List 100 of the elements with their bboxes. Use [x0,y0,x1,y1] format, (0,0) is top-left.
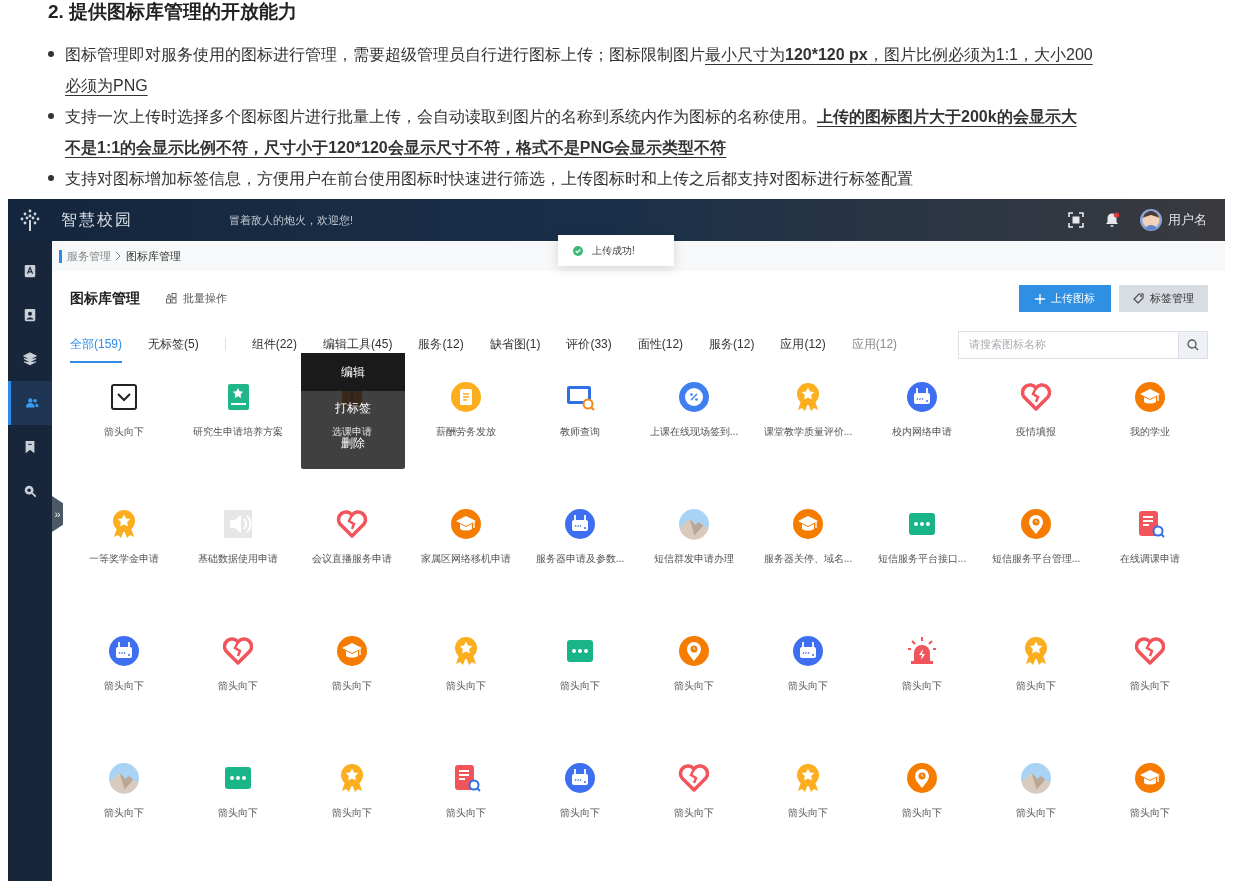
contact-card-icon [23,308,37,322]
tag-management-button[interactable]: 标签管理 [1119,285,1208,312]
filter-tab[interactable]: 缺省图(1) [489,326,541,363]
icon-label: 箭头向下 [332,679,372,693]
icon-label: 箭头向下 [1016,806,1056,820]
filter-tab[interactable]: 应用(12) [780,326,826,363]
icon-label: 箭头向下 [1130,806,1170,820]
search-button[interactable] [1179,330,1208,359]
router-icon [792,635,824,667]
fullscreen-icon[interactable] [1068,212,1084,228]
icon-label: 箭头向下 [218,679,258,693]
paragraph-line: 支持一次上传时选择多个图标图片进行批量上传，会自动读取到图片的名称到系统内作为图标的名称使用。上传的图标图片大于200k的会显示大 [65,107,1077,127]
location-pin-icon [1020,508,1052,540]
icon-label: 选课申请 [332,425,372,438]
page-title: 图标库管理 [70,289,140,308]
menu-item[interactable]: 编辑 [301,353,405,391]
plus-icon [1035,293,1045,304]
breadcrumb-link[interactable]: 服务管理 [67,247,111,265]
icon-label: 短信服务平台管理... [991,552,1081,566]
icon-label: 课堂教学质量评价... [763,425,853,439]
percent-circle-icon [678,381,710,413]
icon-label: 箭头向下 [674,679,714,693]
graduation-cap-icon [792,508,824,540]
filter-tab[interactable]: 服务(12) [709,326,755,363]
document-circle-icon [450,381,482,413]
filter-tab[interactable]: 应用(12) [851,326,898,363]
icon-label: 在线调课申请 [1120,552,1180,566]
search-icon [1187,338,1199,351]
icon-label: 薪酬劳务发放 [436,425,496,439]
icon-label: 家属区网络移机申请 [421,552,511,566]
welcome-text: 冒着敌人的炮火，欢迎您! [229,212,354,228]
icon-label: 箭头向下 [104,425,144,439]
icon-label: 箭头向下 [560,806,600,820]
filter-tab[interactable]: 全部(159) [70,326,122,363]
heart-icon [1134,635,1166,667]
check-circle-icon [573,245,583,256]
icon-label: 疫情填报 [1016,425,1056,439]
icon-label: 箭头向下 [1016,679,1056,693]
router-icon [906,381,938,413]
search-icon [23,484,37,498]
icon-label: 箭头向下 [332,806,372,820]
icon-label: 服务器申请及参数... [535,552,625,566]
filter-tab[interactable]: 组件(22) [251,326,298,363]
avatar-icon[interactable] [1140,209,1162,231]
icon-label: 校内网络申请 [892,425,952,439]
router-icon [564,762,596,794]
graduation-cap-icon [450,508,482,540]
mountain-icon [1020,762,1052,794]
location-pin-icon [678,635,710,667]
paragraph-line: 支持对图标增加标签信息，方便用户在前台使用图标时快速进行筛选，上传图标时和上传之后都支持对图标进行标签配置 [65,169,913,189]
speaker-icon [222,508,254,540]
icon-label: 箭头向下 [104,806,144,820]
icon-label: 箭头向下 [788,679,828,693]
icon-label: 箭头向下 [902,806,942,820]
location-pin-icon [906,762,938,794]
batch-operation-button[interactable]: 批量操作 [166,290,227,307]
grid-icon [166,293,177,304]
icon-label: 箭头向下 [104,679,144,693]
section-heading: 2. 提供图标库管理的开放能力 [48,0,299,24]
chevron-right-icon [115,251,122,261]
search-field[interactable]: 请搜索图标名称 [958,330,1179,359]
icon-label: 箭头向下 [218,806,258,820]
icon-label: 基础数据使用申请 [198,552,278,566]
menu-item[interactable]: 打标签 [301,390,405,426]
mountain-icon [108,762,140,794]
router-icon [564,508,596,540]
siren-icon [906,635,938,667]
icon-label: 短信群发申请办理 [654,552,734,566]
bell-icon[interactable] [1104,212,1120,228]
paragraph-line: 不是1:1的会显示比例不符，尺寸小于120*120会显示尺寸不符，格式不是PNG会显示类型不符 [65,138,728,158]
breadcrumb-current: 图标库管理 [126,248,181,264]
tag-icon [1133,293,1144,304]
bookmark-icon [23,440,37,454]
icon-label: 箭头向下 [1130,679,1170,693]
icon-label: 教师查询 [560,425,600,439]
heart-icon [222,635,254,667]
filter-tab[interactable]: 面性(12) [637,326,684,363]
font-icon [23,264,37,278]
layers-icon [23,352,37,366]
icon-label: 箭头向下 [446,679,486,693]
filter-tab[interactable]: 无标签(5) [148,326,199,363]
filter-tab[interactable]: 服务(12) [418,326,464,363]
icon-label: 一等奖学金申请 [89,552,159,566]
users-icon [24,396,39,410]
icon-label: 短信服务平台接口... [877,552,967,566]
collapse-handle[interactable]: » [52,496,63,532]
app-title: 智慧校园 [61,210,133,230]
paragraph-line: 必须为PNG [65,76,149,96]
mountain-icon [678,508,710,540]
filter-tab[interactable]: 评价(33) [566,326,612,363]
paragraph-line: 图标管理即对服务使用的图标进行管理，需要超级管理员自行进行图标上传；图标限制图片最小尺寸为120*120 px，图片比例必须为1:1，大小200 [65,45,1093,65]
graduation-cap-icon [1134,381,1166,413]
success-toast: 上传成功! [558,235,674,266]
icon-label: 研究生申请培养方案 [193,425,283,439]
arrow-down-box-icon [108,381,140,413]
icon-label: 上课在线现场签到... [649,425,739,439]
user-name[interactable]: 用户名 [1168,210,1207,230]
graduation-cap-icon [1134,762,1166,794]
icon-label: 箭头向下 [560,679,600,693]
icon-label: 箭头向下 [446,806,486,820]
